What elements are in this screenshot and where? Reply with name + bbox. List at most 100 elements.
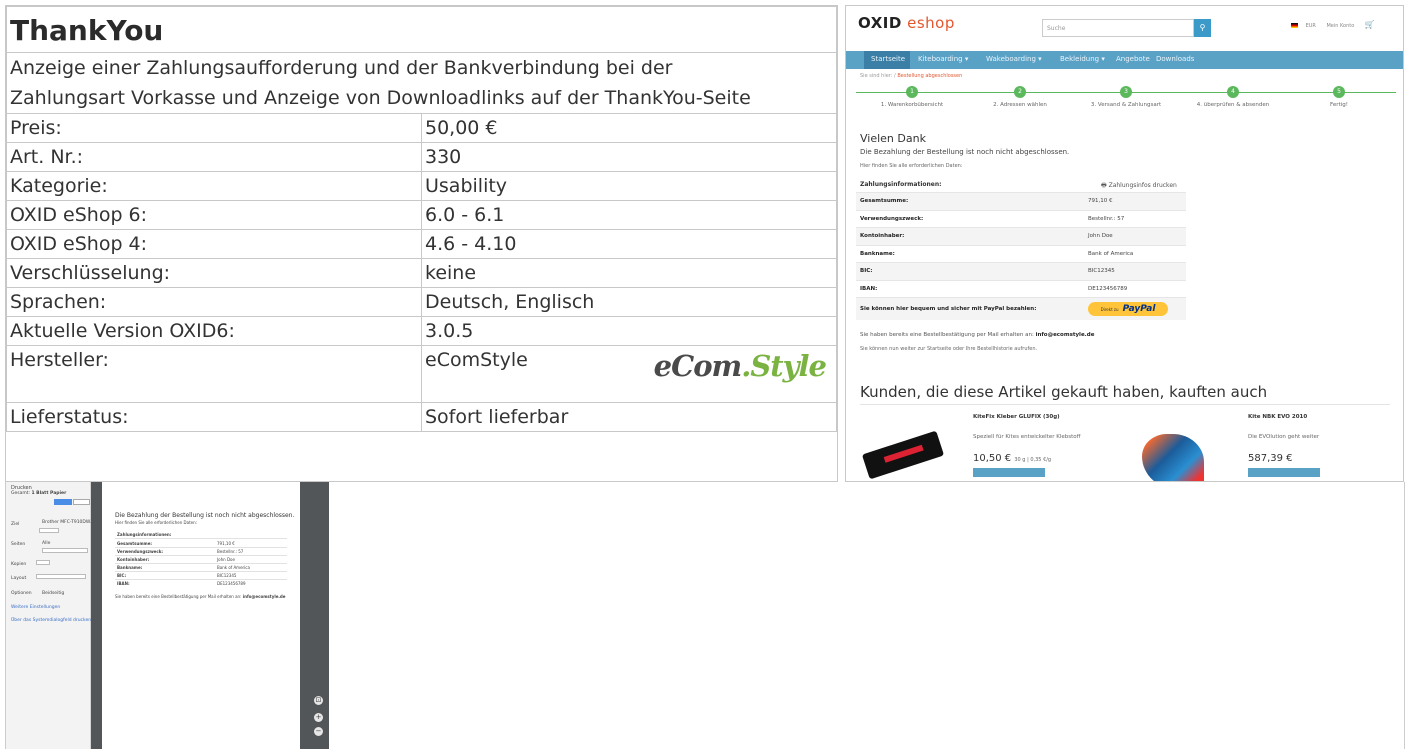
fit-page-icon[interactable]: ⊡ bbox=[314, 696, 323, 705]
product-image-kite[interactable] bbox=[1142, 434, 1204, 481]
cart-icon[interactable]: 🛒 bbox=[1365, 20, 1375, 29]
cancel-button[interactable] bbox=[73, 499, 90, 505]
print-button[interactable] bbox=[54, 499, 72, 505]
payment-label: Kontoinhaber: bbox=[856, 227, 1084, 245]
row-label-manufacturer: Hersteller: bbox=[6, 345, 422, 403]
print-dialog-screenshot: Drucken Gesamt: 1 Blatt Papier Ziel Brot… bbox=[5, 482, 329, 749]
payment-label: Bankname: bbox=[856, 244, 1084, 263]
search-input[interactable]: Suche bbox=[1042, 19, 1194, 37]
product-price: 10,50 € 30 g | 0,35 €/g bbox=[973, 453, 1080, 464]
summary-prefix: Gesamt: bbox=[11, 491, 31, 496]
zoom-out-icon[interactable]: − bbox=[314, 727, 323, 736]
print-payment-info-label: Zahlungsinfos drucken bbox=[1108, 182, 1177, 189]
preview-value: Bestellnr.: 57 bbox=[217, 549, 244, 554]
duplex-checkbox[interactable]: Beidseitig bbox=[42, 591, 64, 596]
preview-find-data: Hier finden Sie alle erforderlichen Date… bbox=[115, 520, 197, 525]
nav-item-clothing[interactable]: Bekleidung ▾ bbox=[1060, 55, 1105, 63]
row-value-version: 3.0.5 bbox=[421, 316, 837, 346]
paypal-cell: Direkt zu PayPal bbox=[1084, 297, 1186, 320]
divider bbox=[115, 538, 287, 539]
shop-thankyou-screenshot: OXID eshop Suche ⚲ EUR Mein Konto 🛒 Star… bbox=[845, 5, 1404, 482]
nav-item-kiteboarding[interactable]: Kiteboarding ▾ bbox=[918, 55, 968, 63]
step-4-dot: 4 bbox=[1227, 86, 1239, 98]
target-value[interactable]: Brother MFC-T910DW... bbox=[42, 520, 94, 525]
step-3-label: 3. Versand & Zahlungsart bbox=[1090, 102, 1162, 108]
main-nav: Startseite Kiteboarding ▾ Wakeboarding ▾… bbox=[846, 51, 1403, 69]
payment-value: Bank of America bbox=[1084, 244, 1186, 263]
shop-logo[interactable]: OXID eshop bbox=[858, 14, 955, 32]
breadcrumb-current[interactable]: Bestellung abgeschlossen bbox=[897, 73, 962, 79]
payment-value: BIC12345 bbox=[1084, 262, 1186, 280]
paypal-button[interactable]: Direkt zu PayPal bbox=[1088, 301, 1168, 316]
product-name[interactable]: KiteFix Kleber GLUFIX (30g) bbox=[973, 414, 1080, 420]
payment-label: Verwendungszweck: bbox=[856, 209, 1084, 228]
preview-label: Kontoinhaber: bbox=[117, 557, 150, 562]
ecomstyle-logo[interactable]: eCom.Style bbox=[653, 349, 827, 383]
table-row: Gesamtsumme: 791,10 € bbox=[856, 192, 1186, 210]
step-3-dot: 3 bbox=[1120, 86, 1132, 98]
product-card-glufix: KiteFix Kleber GLUFIX (30g) Speziell für… bbox=[973, 414, 1080, 477]
row-value-manufacturer: eComStyle bbox=[425, 349, 528, 371]
table-row: BIC: BIC12345 bbox=[856, 262, 1186, 280]
pages-input[interactable] bbox=[42, 548, 88, 553]
row-label-price: Preis: bbox=[6, 113, 422, 143]
to-basket-button[interactable] bbox=[1248, 468, 1320, 477]
account-menu[interactable]: Mein Konto bbox=[1326, 23, 1354, 29]
find-data-text: Hier finden Sie alle erforderlichen Date… bbox=[860, 163, 963, 169]
product-name[interactable]: Kite NBK EVO 2010 bbox=[1248, 414, 1320, 420]
price-value: 587,39 € bbox=[1248, 453, 1293, 464]
nav-item-downloads[interactable]: Downloads bbox=[1156, 55, 1194, 63]
print-payment-info-link[interactable]: 🖶 Zahlungsinfos drucken bbox=[1101, 181, 1177, 191]
row-value-encryption: keine bbox=[421, 258, 837, 288]
preview-value: DE123456789 bbox=[217, 581, 246, 586]
flag-de-icon[interactable] bbox=[1291, 23, 1298, 28]
nav-item-wakeboarding[interactable]: Wakeboarding ▾ bbox=[986, 55, 1042, 63]
search-icon[interactable]: ⚲ bbox=[1194, 19, 1211, 37]
product-description: Speziell für Kites entwickelter Klebstof… bbox=[973, 434, 1081, 440]
options-label: Optionen bbox=[11, 591, 32, 596]
nav-item-home[interactable]: Startseite bbox=[871, 55, 905, 63]
change-button[interactable] bbox=[39, 528, 59, 533]
table-row: Bankname: Bank of America bbox=[856, 244, 1186, 263]
logo-text-b: .Style bbox=[741, 349, 827, 383]
preview-label: Verwendungszweck: bbox=[117, 549, 163, 554]
payment-value: DE123456789 bbox=[1084, 279, 1186, 298]
layout-select[interactable] bbox=[36, 574, 86, 579]
more-settings-link[interactable]: Weitere Einstellungen bbox=[11, 605, 60, 610]
row-label-oxid4: OXID eShop 4: bbox=[6, 229, 422, 259]
to-basket-button[interactable] bbox=[973, 468, 1045, 477]
product-title: ThankYou bbox=[6, 6, 837, 53]
preview-mail-text: Sie haben bereits eine Bestellbestätigun… bbox=[115, 594, 286, 599]
row-value-oxid4: 4.6 - 4.10 bbox=[421, 229, 837, 259]
nav-item-offers[interactable]: Angebote bbox=[1116, 55, 1150, 63]
thanks-heading: Vielen Dank bbox=[860, 132, 926, 145]
row-label-oxid6: OXID eShop 6: bbox=[6, 200, 422, 230]
preview-mail-label: Sie haben bereits eine Bestellbestätigun… bbox=[115, 594, 242, 599]
row-label-delivery: Lieferstatus: bbox=[6, 402, 422, 432]
divider bbox=[115, 547, 287, 548]
payment-label: Gesamtsumme: bbox=[856, 192, 1084, 210]
row-label-category: Kategorie: bbox=[6, 171, 422, 201]
payment-value: 791,10 € bbox=[1084, 192, 1186, 210]
also-bought-heading: Kunden, die diese Artikel gekauft haben,… bbox=[860, 383, 1268, 401]
copies-input[interactable] bbox=[36, 560, 50, 565]
divider bbox=[115, 579, 287, 580]
preview-heading: Die Bezahlung der Bestellung ist noch ni… bbox=[115, 512, 295, 519]
zoom-in-icon[interactable]: + bbox=[314, 713, 323, 722]
row-value-category: Usability bbox=[421, 171, 837, 201]
step-1-dot: 1 bbox=[906, 86, 918, 98]
currency-select[interactable]: EUR bbox=[1306, 23, 1316, 29]
printer-icon: 🖶 bbox=[1101, 182, 1107, 189]
logo-text-a: eCom bbox=[653, 349, 743, 383]
preview-mail-address: info@ecomstyle.de bbox=[242, 594, 286, 599]
preview-label: Gesamtsumme: bbox=[117, 541, 153, 546]
row-value-delivery: Sofort lieferbar bbox=[421, 402, 837, 432]
row-label-languages: Sprachen: bbox=[6, 287, 422, 317]
shop-header: OXID eshop Suche ⚲ EUR Mein Konto 🛒 bbox=[846, 6, 1403, 51]
table-row: Kontoinhaber: John Doe bbox=[856, 227, 1186, 245]
product-image-glufix[interactable] bbox=[861, 430, 945, 480]
target-label: Ziel bbox=[11, 522, 20, 527]
preview-value: Bank of America bbox=[217, 565, 250, 570]
step-1-label: 1. Warenkorbübersicht bbox=[880, 102, 944, 108]
pages-all-radio[interactable]: Alle bbox=[42, 541, 50, 546]
